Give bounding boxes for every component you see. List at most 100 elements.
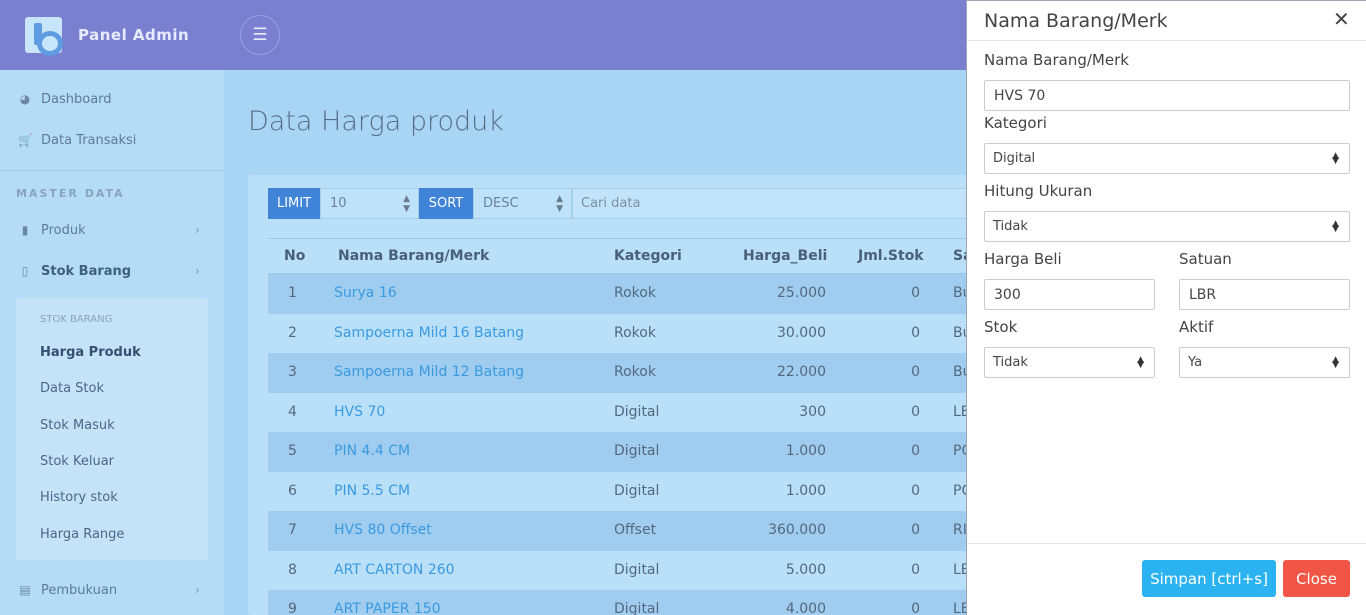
select-arrows-icon: ▲ ▼ (1137, 354, 1144, 370)
ledger-icon: ▤ (19, 583, 31, 597)
modal-title: Nama Barang/Merk (984, 10, 1168, 32)
cell-harga-beli: 5.000 (785, 561, 826, 578)
sort-label: SORT (419, 188, 473, 219)
cell-no: 4 (288, 403, 297, 420)
cell-name[interactable]: Surya 16 (334, 285, 397, 301)
aktif-value: Ya (1188, 355, 1203, 370)
cell-jml-stok: 0 (911, 482, 920, 499)
satuan-label: Satuan (1179, 250, 1232, 268)
stok-label: Stok (984, 318, 1018, 336)
cell-kategori: Digital (614, 443, 660, 459)
table-row: 6 PIN 5.5 CM Digital 1.000 0 PC (268, 472, 971, 512)
sidebar-item-label: Produk (41, 222, 86, 238)
brand-name[interactable]: Panel Admin (78, 26, 189, 44)
select-arrows-icon: ▲ ▼ (1332, 150, 1339, 166)
cell-kategori: Digital (614, 601, 660, 615)
sidebar-item-dashboard[interactable]: ◕ Dashboard (0, 80, 224, 118)
cell-name[interactable]: ART PAPER 150 (334, 601, 441, 615)
close-icon[interactable]: ✕ (1333, 7, 1350, 31)
satuan-input[interactable]: LBR (1179, 279, 1350, 310)
kategori-label: Kategori (984, 114, 1047, 132)
cell-name[interactable]: Sampoerna Mild 12 Batang (334, 364, 524, 380)
edit-product-modal: Nama Barang/Merk ✕ Nama Barang/Merk HVS … (966, 0, 1366, 615)
cell-harga-beli: 25.000 (777, 285, 826, 301)
cell-name[interactable]: PIN 4.4 CM (334, 443, 410, 459)
cell-jml-stok: 0 (911, 403, 920, 420)
sidebar-item-pembukuan[interactable]: ▤ Pembukuan › (0, 571, 224, 609)
cell-no: 8 (288, 561, 297, 578)
select-arrows-icon: ▲ ▼ (1332, 218, 1339, 234)
cell-no: 9 (288, 601, 297, 615)
sidebar-item-label: Pembukuan (41, 582, 118, 598)
sort-value: DESC (483, 196, 519, 211)
cell-jml-stok: 0 (911, 364, 920, 380)
book-icon: ▯ (21, 264, 29, 278)
cell-name[interactable]: Sampoerna Mild 16 Batang (334, 325, 524, 341)
hitung-ukuran-value: Tidak (993, 219, 1028, 234)
sidebar-item-label: Dashboard (41, 91, 112, 107)
hamburger-icon[interactable]: ☰ (240, 15, 280, 55)
column-header-harga-beli[interactable]: Harga_Beli (743, 248, 827, 264)
limit-value: 10 (330, 196, 347, 211)
table-row: 2 Sampoerna Mild 16 Batang Rokok 30.000 0 Bu (268, 314, 971, 354)
stok-select[interactable]: Tidak ▲ ▼ (984, 347, 1155, 378)
save-button[interactable]: Simpan [ctrl+s] (1142, 560, 1276, 597)
brand-logo[interactable] (25, 17, 63, 56)
aktif-select[interactable]: Ya ▲ ▼ (1179, 347, 1350, 378)
cell-name[interactable]: HVS 70 (334, 404, 385, 420)
cell-harga-beli: 360.000 (768, 522, 826, 538)
sidebar-item-data-transaksi[interactable]: 🛒 Data Transaksi (0, 121, 224, 159)
search-input[interactable]: Cari data (572, 188, 968, 219)
harga-beli-input[interactable]: 300 (984, 279, 1155, 310)
select-arrows-icon: ▲ ▼ (1332, 354, 1339, 370)
sidebar-item-stok-barang[interactable]: ▯ Stok Barang › (0, 252, 224, 290)
column-header-jml-stok[interactable]: Jml.Stok (858, 248, 924, 264)
cell-harga-beli: 300 (799, 403, 826, 420)
kategori-value: Digital (993, 151, 1036, 166)
cell-harga-beli: 22.000 (777, 364, 826, 380)
table-toolbar: LIMIT 10 ▲ ▼ SORT DESC ▲ ▼ Cari data (268, 188, 968, 219)
cell-kategori: Digital (614, 482, 660, 499)
submenu-item-stok-keluar[interactable]: Stok Keluar (40, 454, 114, 469)
table-header: No Nama Barang/Merk Kategori Harga_Beli … (268, 238, 973, 274)
cell-name[interactable]: HVS 80 Offset (334, 522, 432, 538)
hitung-ukuran-select[interactable]: Tidak ▲ ▼ (984, 211, 1350, 242)
table-row: 3 Sampoerna Mild 12 Batang Rokok 22.000 0 Bu (268, 353, 971, 393)
cart-icon: 🛒 (18, 133, 33, 147)
column-header-kategori[interactable]: Kategori (614, 248, 682, 264)
select-arrows-icon: ▲ ▼ (403, 193, 410, 214)
table-row: 8 ART CARTON 260 Digital 5.000 0 LE (268, 551, 970, 591)
column-header-nama[interactable]: Nama Barang/Merk (338, 248, 489, 264)
sidebar: ◕ Dashboard 🛒 Data Transaksi MASTER DATA… (0, 70, 224, 615)
cell-no: 3 (288, 364, 297, 380)
cell-harga-beli: 4.000 (785, 601, 826, 615)
submenu-item-harga-produk[interactable]: Harga Produk (40, 345, 141, 360)
harga-beli-label: Harga Beli (984, 250, 1062, 268)
cell-harga-beli: 1.000 (785, 482, 826, 499)
sort-select[interactable]: DESC ▲ ▼ (473, 188, 572, 219)
kategori-select[interactable]: Digital ▲ ▼ (984, 143, 1350, 174)
cell-name[interactable]: ART CARTON 260 (334, 562, 455, 578)
limit-select[interactable]: 10 ▲ ▼ (320, 188, 419, 219)
chevron-right-icon: › (195, 264, 200, 278)
column-header-no[interactable]: No (284, 248, 305, 264)
submenu-item-history-stok[interactable]: History stok (40, 490, 118, 505)
cell-harga-beli: 30.000 (777, 324, 826, 341)
select-arrows-icon: ▲ ▼ (556, 193, 563, 214)
cell-no: 6 (288, 482, 297, 499)
chevron-right-icon: › (195, 223, 200, 237)
cell-no: 2 (288, 324, 297, 341)
cell-kategori: Rokok (614, 364, 656, 380)
close-button[interactable]: Close (1283, 560, 1350, 597)
table-row: 5 PIN 4.4 CM Digital 1.000 0 PC (268, 432, 971, 472)
cell-jml-stok: 0 (911, 443, 920, 459)
cell-harga-beli: 1.000 (785, 443, 826, 459)
submenu-item-data-stok[interactable]: Data Stok (40, 381, 104, 396)
table-row: 4 HVS 70 Digital 300 0 LE (268, 393, 970, 433)
sidebar-item-produk[interactable]: ▮ Produk › (0, 211, 224, 249)
cell-name[interactable]: PIN 5.5 CM (334, 483, 410, 499)
submenu-item-harga-range[interactable]: Harga Range (40, 527, 124, 542)
submenu-item-stok-masuk[interactable]: Stok Masuk (40, 418, 115, 433)
nama-barang-input[interactable]: HVS 70 (984, 80, 1350, 111)
cell-kategori: Rokok (614, 285, 656, 301)
